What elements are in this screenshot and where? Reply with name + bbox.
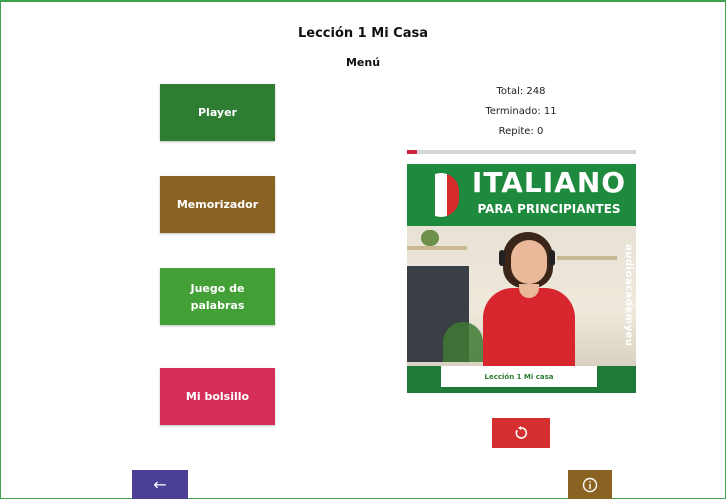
italian-flag-icon [423, 173, 459, 217]
progress-bar [407, 150, 636, 154]
cover-lesson-label: Lección 1 Mi casa [441, 366, 597, 387]
info-button[interactable] [568, 470, 612, 499]
player-button-label: Player [198, 106, 237, 119]
stat-terminado: Terminado: 11 [485, 106, 557, 117]
menu-heading: Menú [345, 56, 381, 69]
info-icon [582, 477, 598, 492]
reset-button[interactable] [492, 418, 550, 448]
cover-title: ITALIANO [471, 166, 627, 199]
cover-brand: audioacademyeu [623, 244, 634, 347]
cover-photo [407, 226, 636, 366]
stat-repite: Repite: 0 [498, 126, 544, 137]
page-title: Lección 1 Mi Casa [298, 26, 428, 41]
memorizador-button[interactable]: Memorizador [160, 176, 275, 233]
player-button[interactable]: Player [160, 84, 275, 141]
course-cover-image: ITALIANO PARA PRINCIPIANTES audioacademy… [407, 164, 636, 393]
arrow-left-icon: ← [153, 475, 167, 494]
stat-total: Total: 248 [496, 86, 546, 97]
juego-de-palabras-button[interactable]: Juego de palabras [160, 268, 275, 325]
bolsillo-button-label: Mi bolsillo [185, 390, 250, 403]
refresh-icon [515, 426, 528, 439]
back-button[interactable]: ← [132, 470, 188, 499]
juego-button-label: Juego de palabras [190, 281, 245, 312]
mi-bolsillo-button[interactable]: Mi bolsillo [160, 368, 275, 425]
memorizador-button-label: Memorizador [176, 198, 259, 211]
cover-subtitle: PARA PRINCIPIANTES [477, 202, 621, 216]
progress-bar-fill [407, 150, 418, 154]
